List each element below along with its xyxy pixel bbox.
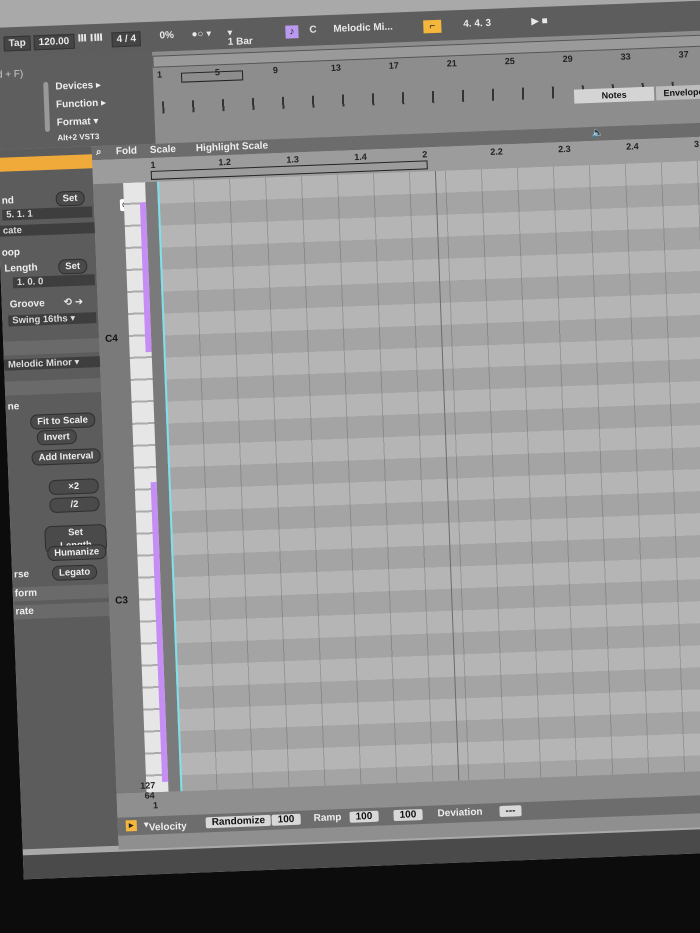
- shortcut-hint: d + F): [0, 68, 24, 81]
- menu-scrollbar[interactable]: [43, 81, 51, 132]
- overview-ruler-tick: 21: [446, 58, 457, 69]
- beat-ruler-tick: 1.3: [286, 154, 300, 165]
- menu-partial-item[interactable]: Alt+2 VST3: [57, 132, 99, 143]
- duplicate-button[interactable]: cate: [0, 222, 96, 237]
- swing-field[interactable]: 0%: [159, 30, 174, 42]
- clip-header: [0, 154, 93, 172]
- menu-devices[interactable]: Devices ▸: [55, 80, 101, 93]
- randomize-amount[interactable]: 100: [271, 813, 301, 826]
- overview-ruler-tick: 13: [330, 62, 342, 73]
- scale-root-menu[interactable]: C: [309, 24, 317, 35]
- time-signature-field[interactable]: 4 / 4: [111, 31, 142, 48]
- beat-ruler-tick: 2.3: [557, 143, 571, 155]
- lane-toggle-icon[interactable]: ▸: [125, 819, 138, 832]
- beat-ruler-tick: 2: [422, 149, 428, 160]
- note-label-c3: C3: [114, 595, 129, 607]
- tempo-field[interactable]: 120.00: [33, 33, 75, 51]
- reverse-partial-label[interactable]: rse: [14, 569, 29, 581]
- beat-ruler-tick: 1.2: [218, 156, 232, 168]
- overview-ruler-tick: 1: [156, 69, 163, 80]
- groove-menu[interactable]: Swing 16ths ▾: [8, 312, 97, 327]
- scale-name-menu[interactable]: Melodic Mi...: [333, 22, 393, 35]
- add-interval-button[interactable]: Add Interval: [31, 448, 101, 466]
- ramp-end-value[interactable]: 100: [393, 809, 423, 822]
- fit-to-scale-button[interactable]: Fit to Scale: [29, 412, 96, 430]
- tap-button[interactable]: Tap: [3, 35, 32, 52]
- overview-ruler-tick: 37: [678, 49, 689, 60]
- menu-format[interactable]: Format ▾: [57, 116, 99, 129]
- end-value-field[interactable]: 5. 1. 1: [2, 206, 93, 221]
- overview-ruler-tick: 33: [620, 51, 631, 62]
- length-set-button[interactable]: Set: [58, 258, 88, 275]
- context-menu: d + F) Devices ▸ Function ▸ Format ▾ Alt…: [0, 51, 156, 150]
- beat-ruler-tick: 2.2: [490, 146, 503, 157]
- piano-roll-grid[interactable]: [157, 158, 700, 792]
- velocity-127: 127: [140, 780, 156, 791]
- transform-label: form: [14, 587, 38, 600]
- beat-ruler-tick: 1.4: [354, 151, 367, 163]
- note-label-c4: C4: [104, 333, 119, 345]
- play-icon[interactable]: ▶ ■: [531, 16, 548, 28]
- length-value-field[interactable]: 1. 0. 0: [12, 274, 96, 289]
- quantize-menu[interactable]: 1 Bar ▾: [227, 28, 253, 48]
- generate-header[interactable]: rate: [13, 601, 110, 620]
- groove-hotswap-icon[interactable]: ⟲ ➜: [63, 297, 83, 309]
- invert-button[interactable]: Invert: [36, 428, 77, 446]
- bar-line: [434, 171, 460, 781]
- velocity-1: 1: [152, 800, 159, 811]
- quantize-value: 1 Bar: [227, 35, 254, 48]
- velocity-dropdown[interactable]: ▾ Velocity: [144, 820, 187, 834]
- fold-button[interactable]: Fold: [116, 145, 138, 157]
- legato-button[interactable]: Legato: [51, 564, 98, 582]
- follow-icon[interactable]: ●○ ▾: [191, 29, 211, 41]
- beat-ruler-tick: 3: [693, 138, 700, 150]
- metronome-bars-icon[interactable]: Ⅲ ⅠⅢ: [77, 33, 103, 45]
- deviation-label: Deviation: [437, 806, 483, 820]
- ramp-start-value[interactable]: 100: [349, 810, 379, 823]
- length-label: Length: [4, 262, 38, 275]
- ableton-live-window: Tap 120.00 Ⅲ ⅠⅢ 4 / 4 0% ●○ ▾ 1 Bar ▾ ♪ …: [0, 0, 700, 880]
- overview-loop-brace[interactable]: [180, 70, 244, 83]
- tab-notes[interactable]: Notes: [573, 86, 655, 104]
- scale-menu[interactable]: Melodic Minor ▾: [3, 355, 103, 371]
- preview-speaker-icon[interactable]: 🔈: [591, 128, 604, 139]
- draw-mode-button[interactable]: ⌐: [423, 19, 442, 34]
- tools-header: [4, 378, 102, 396]
- menu-function[interactable]: Function ▸: [56, 98, 106, 111]
- scale-mode-button[interactable]: ♪: [285, 25, 299, 39]
- end-label: nd: [1, 195, 15, 207]
- overview-ruler-tick: 29: [562, 53, 573, 65]
- highlight-scale-toggle[interactable]: Highlight Scale: [196, 140, 269, 154]
- beat-ruler-tick: 1: [150, 159, 156, 170]
- scale-button[interactable]: Scale: [150, 144, 177, 156]
- humanize-button[interactable]: Humanize: [47, 543, 107, 562]
- beat-ruler-tick: 2.4: [625, 141, 639, 152]
- randomize-button[interactable]: Randomize: [205, 814, 272, 829]
- deviation-field[interactable]: ---: [499, 805, 522, 818]
- tools-label: ne: [7, 401, 20, 413]
- overview-ruler-tick: 25: [504, 55, 515, 67]
- end-set-button[interactable]: Set: [55, 190, 85, 207]
- loop-label: oop: [1, 247, 21, 259]
- velocity-64: 64: [144, 790, 155, 801]
- overview-ruler-tick: 17: [388, 60, 400, 71]
- generate-label: rate: [15, 605, 35, 618]
- groove-label: Groove: [9, 298, 45, 311]
- transform-header[interactable]: form: [12, 583, 110, 602]
- overview-ruler-tick: 9: [272, 65, 279, 76]
- tab-envelopes[interactable]: Envelopes: [655, 84, 700, 101]
- halve-button[interactable]: /2: [49, 496, 100, 514]
- song-position-field[interactable]: 4. 4. 3: [463, 18, 491, 30]
- ramp-label: Ramp: [313, 812, 342, 825]
- velocity-label: Velocity: [148, 821, 187, 834]
- scale-section-header: [3, 338, 100, 356]
- search-icon[interactable]: ⌕: [96, 147, 102, 158]
- double-button[interactable]: ×2: [48, 478, 100, 496]
